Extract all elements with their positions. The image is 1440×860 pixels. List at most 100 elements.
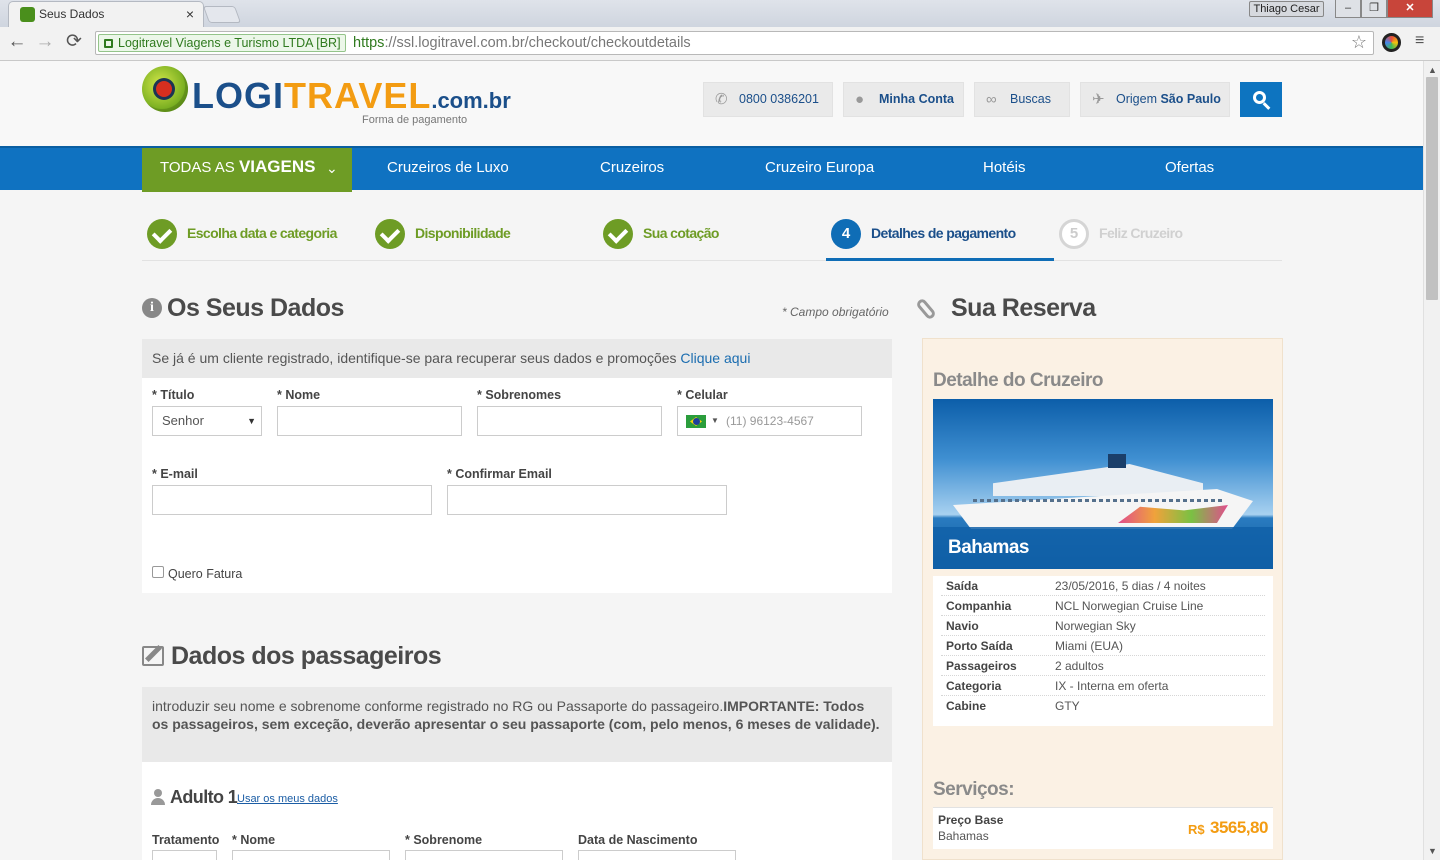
binoculars-icon: ∞: [986, 91, 997, 108]
login-banner: Se já é um cliente registrado, identifiq…: [142, 339, 892, 378]
edit-icon: [142, 646, 164, 666]
main-nav: TODAS AS VIAGENS ⌄ Cruzeiros de Luxo Cru…: [0, 146, 1423, 192]
name-label: * Nome: [277, 388, 321, 402]
favicon-icon: [20, 7, 35, 22]
name-input[interactable]: [277, 406, 462, 436]
surnames-input[interactable]: [477, 406, 662, 436]
checkout-steps: Escolha data e categoria Disponibilidade…: [142, 199, 1282, 261]
step-number: 4: [831, 219, 861, 249]
logitravel-logo[interactable]: LOGITRAVEL.com.br Forma de pagamento: [142, 66, 511, 126]
tab-close-icon[interactable]: ×: [186, 6, 194, 22]
security-badge[interactable]: Logitravel Viagens e Turismo LTDA [BR]: [98, 34, 346, 52]
maximize-button[interactable]: ❐: [1361, 0, 1387, 18]
minimize-button[interactable]: ‒: [1335, 0, 1361, 18]
check-icon: [147, 219, 177, 249]
title-select[interactable]: Senhor ▼: [152, 406, 262, 436]
section-title-your-data: Os Seus Dados: [167, 294, 344, 322]
nav-item-offers[interactable]: Ofertas: [1165, 148, 1214, 190]
cruise-detail-title: Detalhe do Cruzeiro: [933, 370, 1103, 391]
origin-button[interactable]: ✈ Origem São Paulo: [1080, 82, 1230, 117]
airplane-icon: ✈: [1092, 91, 1105, 108]
check-icon: [603, 219, 633, 249]
back-icon[interactable]: ←: [6, 31, 28, 53]
reload-icon[interactable]: ⟳: [63, 31, 85, 53]
searches-button[interactable]: ∞ Buscas: [974, 82, 1070, 117]
step-label: Detalhes de pagamento: [871, 225, 1016, 241]
nav-item-luxury-cruises[interactable]: Cruzeiros de Luxo: [387, 148, 509, 190]
all-trips-menu[interactable]: TODAS AS VIAGENS ⌄: [142, 148, 352, 192]
base-price-amount: 3565,80: [1210, 818, 1268, 837]
step-1[interactable]: Escolha data e categoria: [142, 199, 370, 261]
email-input[interactable]: [152, 485, 432, 515]
invoice-checkbox[interactable]: [152, 566, 164, 578]
tab-title: Seus Dados: [39, 7, 105, 21]
browser-tab[interactable]: Seus Dados ×: [8, 1, 204, 27]
use-my-data-link[interactable]: Usar os meus dados: [237, 793, 338, 805]
page-scrollbar[interactable]: ▲ ▼: [1423, 61, 1440, 860]
title-label: * Título: [152, 388, 195, 402]
passenger-surname-input[interactable]: [405, 850, 563, 860]
step-label: Escolha data e categoria: [187, 225, 337, 241]
logo-globe-icon: [142, 66, 188, 112]
section-title-reservation: Sua Reserva: [951, 294, 1096, 322]
close-window-button[interactable]: ✕: [1387, 0, 1433, 18]
nav-item-cruises[interactable]: Cruzeiros: [600, 148, 664, 190]
origin-city: São Paulo: [1160, 92, 1221, 106]
detail-row: Cabine GTY: [946, 699, 1080, 713]
nav-item-hotels[interactable]: Hotéis: [983, 148, 1026, 190]
confirm-email-input[interactable]: [447, 485, 727, 515]
step-3[interactable]: Sua cotação: [598, 199, 826, 261]
birthdate-input[interactable]: [578, 850, 736, 860]
paperclip-icon: [915, 297, 937, 321]
surnames-label: * Sobrenomes: [477, 388, 562, 402]
user-icon: ●: [855, 91, 865, 108]
confirm-email-label: * Confirmar Email: [447, 467, 552, 481]
search-button[interactable]: [1240, 82, 1282, 117]
adult-1-title: Adulto 1: [170, 787, 238, 807]
detail-row: Companhia NCL Norwegian Cruise Line: [941, 596, 1265, 616]
step-label: Disponibilidade: [415, 225, 511, 241]
dropdown-arrow-icon: ▼: [247, 416, 256, 426]
phone-icon: ✆: [715, 91, 728, 108]
base-price-label: Preço Base: [938, 813, 1004, 827]
logo-subtitle: Forma de pagamento: [362, 114, 468, 126]
scrollbar-thumb[interactable]: [1426, 77, 1438, 300]
treatment-select[interactable]: [152, 850, 217, 860]
scroll-down-icon: ▼: [1428, 846, 1437, 856]
mobile-input[interactable]: ▼ (11) 96123-4567: [677, 406, 862, 436]
step-2[interactable]: Disponibilidade: [370, 199, 598, 261]
check-icon: [375, 219, 405, 249]
account-button[interactable]: ● Minha Conta: [843, 82, 964, 117]
info-icon: i: [142, 298, 162, 318]
step-label: Sua cotação: [643, 225, 719, 241]
browser-chrome: Seus Dados × Thiago Cesar ‒ ❐ ✕ ← → ⟳ Lo…: [0, 0, 1440, 61]
nav-item-europe-cruise[interactable]: Cruzeiro Europa: [765, 148, 874, 190]
reservation-panel: Detalhe do Cruzeiro Bahamas Saída 23/05/2…: [922, 338, 1283, 860]
chevron-down-icon: ⌄: [326, 160, 338, 176]
tab-strip: Seus Dados × Thiago Cesar ‒ ❐ ✕: [0, 0, 1440, 27]
passport-notice: introduzir seu nome e sobrenome conforme…: [142, 687, 892, 762]
cruise-details-table: Saída 23/05/2016, 5 dias / 4 noites Compa…: [933, 576, 1273, 726]
new-tab-button[interactable]: [202, 6, 242, 23]
currency-symbol: R$: [1188, 822, 1205, 837]
page: LOGITRAVEL.com.br Forma de pagamento ✆ 0…: [0, 61, 1423, 860]
address-bar[interactable]: Logitravel Viagens e Turismo LTDA [BR] h…: [95, 31, 1374, 55]
extension-icon[interactable]: [1382, 33, 1401, 52]
bookmark-star-icon[interactable]: ☆: [1351, 32, 1367, 53]
forward-icon[interactable]: →: [34, 31, 56, 53]
phone-button[interactable]: ✆ 0800 0386201: [703, 82, 833, 117]
passenger-name-input[interactable]: [232, 850, 390, 860]
login-link[interactable]: Clique aqui: [680, 350, 750, 366]
detail-row: Categoria IX - Interna em oferta: [941, 676, 1265, 696]
url-text[interactable]: https://ssl.logitravel.com.br/checkout/c…: [353, 35, 691, 51]
window-user-badge[interactable]: Thiago Cesar: [1249, 1, 1324, 17]
menu-icon[interactable]: ≡: [1415, 33, 1429, 49]
step-label: Feliz Cruzeiro: [1099, 225, 1183, 241]
scroll-up-icon: ▲: [1428, 65, 1437, 75]
email-label: * E-mail: [152, 467, 198, 481]
brazil-flag-icon[interactable]: [686, 415, 706, 428]
mobile-label: * Celular: [677, 388, 728, 402]
base-price-desc: Bahamas: [938, 829, 989, 843]
cert-owner: Logitravel Viagens e Turismo LTDA [BR]: [118, 36, 341, 50]
country-dropdown-icon: ▼: [711, 416, 719, 425]
